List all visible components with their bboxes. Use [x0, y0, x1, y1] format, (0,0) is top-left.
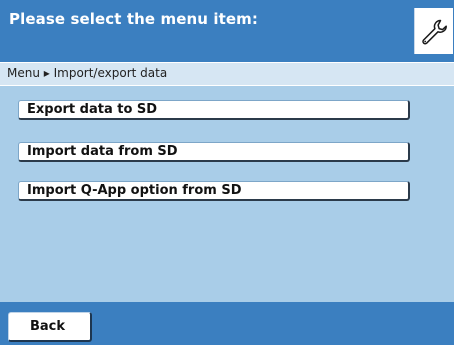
menu-list: Export data to SD Import data from SD Im… [0, 86, 454, 302]
import-q-app-option-button[interactable]: Import Q-App option from SD [18, 181, 410, 201]
header-bar: Please select the menu item: [0, 0, 454, 62]
breadcrumb: Menu ▸ Import/export data [0, 62, 454, 86]
page-title: Please select the menu item: [9, 10, 258, 28]
back-button[interactable]: Back [8, 312, 92, 342]
menu-item-label: Import Q-App option from SD [27, 183, 242, 198]
import-data-from-sd-button[interactable]: Import data from SD [18, 142, 410, 162]
export-data-to-sd-button[interactable]: Export data to SD [18, 100, 410, 120]
breadcrumb-text: Menu ▸ Import/export data [7, 66, 168, 80]
settings-button[interactable] [414, 8, 453, 54]
back-button-label: Back [30, 319, 66, 334]
wrench-icon [422, 19, 447, 45]
footer-bar: Back [0, 302, 454, 345]
menu-item-label: Export data to SD [27, 102, 158, 117]
menu-item-label: Import data from SD [27, 144, 178, 159]
screen: Please select the menu item: Menu ▸ Impo… [0, 0, 454, 345]
